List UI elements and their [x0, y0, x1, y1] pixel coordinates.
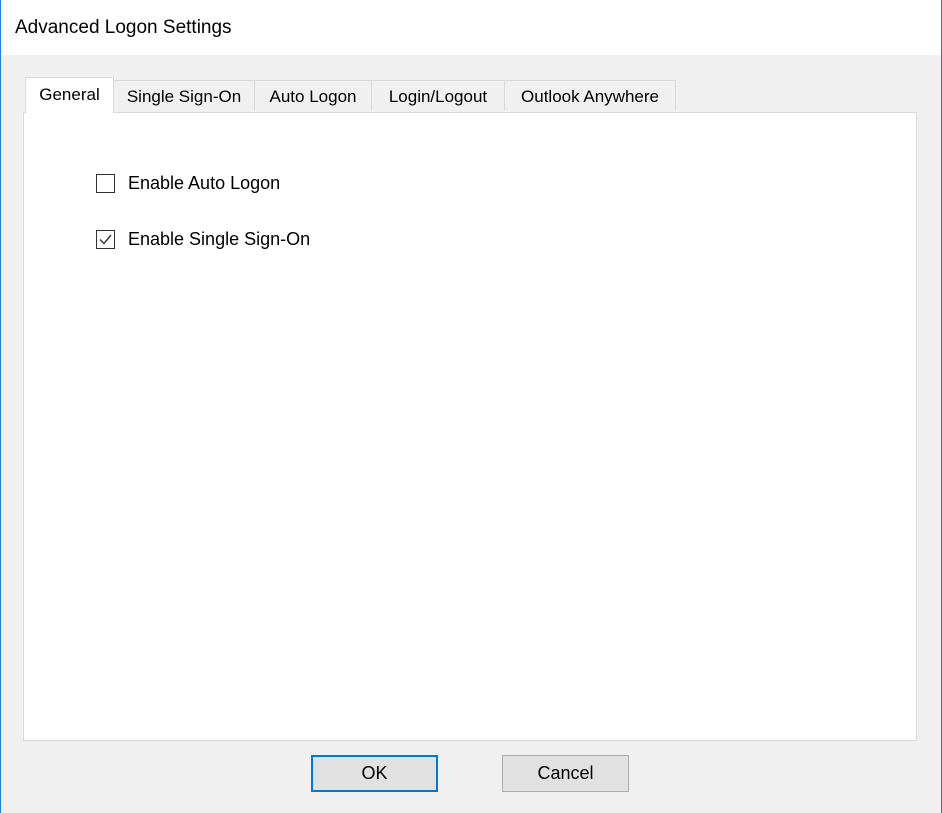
tab-login-logout[interactable]: Login/Logout: [371, 80, 505, 111]
title-bar: Advanced Logon Settings: [0, 0, 942, 55]
enable-auto-logon-label: Enable Auto Logon: [128, 173, 281, 193]
ok-button[interactable]: OK: [311, 755, 438, 792]
enable-single-sign-on-label: Enable Single Sign-On: [128, 229, 311, 249]
checkbox-checked-icon[interactable]: [96, 230, 115, 249]
window-title: Advanced Logon Settings: [15, 17, 232, 38]
tab-single-sign-on[interactable]: Single Sign-On: [113, 80, 255, 111]
checkbox-unchecked-icon[interactable]: [96, 174, 115, 193]
enable-single-sign-on-checkbox[interactable]: Enable Single Sign-On: [96, 229, 310, 250]
tab-auto-logon[interactable]: Auto Logon: [254, 80, 372, 111]
enable-auto-logon-checkbox[interactable]: Enable Auto Logon: [96, 173, 280, 194]
tab-outlook-anywhere[interactable]: Outlook Anywhere: [504, 80, 676, 111]
tab-panel-general: [23, 112, 917, 741]
window-border: [0, 0, 1, 813]
cancel-button[interactable]: Cancel: [502, 755, 629, 792]
tab-general[interactable]: General: [25, 77, 114, 113]
